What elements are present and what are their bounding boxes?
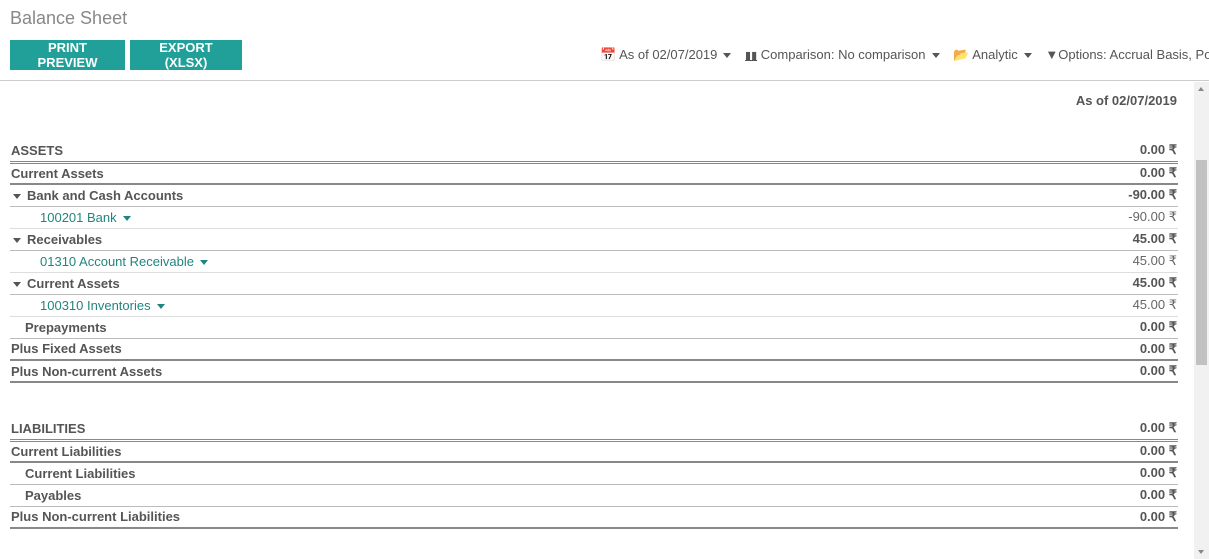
table-row[interactable]: 100201 Bank -90.00 ₹ — [10, 206, 1178, 229]
line-name: Current Assets — [10, 162, 941, 185]
column-header: As of 02/07/2019 — [1075, 93, 1177, 108]
table-row: Plus Non-current Assets 0.00 ₹ — [10, 360, 1178, 383]
line-name: Payables — [10, 484, 961, 507]
table-row[interactable]: Current Assets 45.00 ₹ — [10, 272, 1178, 295]
line-name: ASSETS — [10, 140, 941, 164]
line-amount: 45.00 ₹ — [940, 294, 1178, 317]
filter-icon: ▼ — [1045, 47, 1059, 62]
caret-down-icon[interactable] — [122, 215, 131, 221]
page-title: Balance Sheet — [10, 8, 128, 28]
caret-down-icon[interactable] — [13, 193, 21, 199]
line-name: Current Liabilities — [10, 440, 961, 463]
line-amount: 0.00 ₹ — [940, 316, 1178, 339]
bar-chart-icon: ▮▮ — [745, 50, 758, 62]
assets-table: ASSETS 0.00 ₹ Current Assets 0.00 ₹ Bank a… — [10, 140, 1178, 383]
line-amount: 0.00 ₹ — [960, 484, 1178, 507]
line-name: LIABILITIES — [10, 418, 961, 442]
account-link[interactable]: 01310 Account Receivable — [40, 254, 194, 269]
line-name: Plus Fixed Assets — [10, 338, 941, 361]
caret-down-icon[interactable] — [13, 237, 21, 243]
scroll-down-icon[interactable] — [1198, 550, 1204, 554]
line-name[interactable]: Bank and Cash Accounts — [27, 188, 183, 203]
line-amount: 0.00 ₹ — [940, 140, 1178, 164]
table-row: Payables 0.00 ₹ — [10, 484, 1178, 507]
line-name[interactable]: Current Assets — [27, 276, 120, 291]
table-row: LIABILITIES 0.00 ₹ — [10, 418, 1178, 442]
line-name: Plus Non-current Assets — [10, 360, 941, 383]
table-row: Plus Non-current Liabilities 0.00 ₹ — [10, 506, 1178, 529]
table-row[interactable]: Bank and Cash Accounts -90.00 ₹ — [10, 184, 1178, 207]
table-row: Current Assets 0.00 ₹ — [10, 162, 1178, 185]
table-row[interactable]: Receivables 45.00 ₹ — [10, 228, 1178, 251]
vertical-scrollbar[interactable] — [1194, 82, 1209, 559]
export-xlsx-button[interactable]: EXPORT (XLSX) — [130, 40, 242, 70]
line-amount: -90.00 ₹ — [940, 206, 1178, 229]
liabilities-table: LIABILITIES 0.00 ₹ Current Liabilities 0.0… — [10, 418, 1178, 529]
print-preview-button[interactable]: PRINT PREVIEW — [10, 40, 125, 70]
comparison-filter[interactable]: ▮▮ Comparison: No comparison — [745, 47, 940, 62]
table-row: Plus Fixed Assets 0.00 ₹ — [10, 338, 1178, 361]
analytic-filter[interactable]: 📂 Analytic — [953, 47, 1032, 62]
line-amount: 0.00 ₹ — [940, 360, 1178, 383]
table-row[interactable]: 100310 Inventories 45.00 ₹ — [10, 294, 1178, 317]
account-link[interactable]: 100310 Inventories — [40, 298, 151, 313]
table-row: ASSETS 0.00 ₹ — [10, 140, 1178, 164]
line-amount: 45.00 ₹ — [940, 250, 1178, 273]
line-amount: 0.00 ₹ — [960, 462, 1178, 485]
line-amount: 0.00 ₹ — [940, 338, 1178, 361]
line-amount: 45.00 ₹ — [940, 228, 1178, 251]
scrollbar-thumb[interactable] — [1196, 160, 1207, 365]
line-amount: 45.00 ₹ — [940, 272, 1178, 295]
scroll-up-icon[interactable] — [1198, 87, 1204, 91]
report-content: As of 02/07/2019 ASSETS 0.00 ₹ Current As… — [0, 82, 1194, 559]
control-panel: Balance Sheet PRINT PREVIEW EXPORT (XLSX… — [0, 0, 1209, 81]
line-amount: -90.00 ₹ — [940, 184, 1178, 207]
caret-down-icon[interactable] — [199, 259, 208, 265]
table-row: Current Liabilities 0.00 ₹ — [10, 462, 1178, 485]
chevron-down-icon — [931, 53, 940, 59]
line-name: Plus Non-current Liabilities — [10, 506, 961, 529]
table-row[interactable]: 01310 Account Receivable 45.00 ₹ — [10, 250, 1178, 273]
options-filter[interactable]: ▼Options: Accrual Basis, Pos — [1045, 47, 1209, 62]
line-amount: 0.00 ₹ — [960, 440, 1178, 463]
table-row: Prepayments 0.00 ₹ — [10, 316, 1178, 339]
chevron-down-icon — [1023, 53, 1032, 59]
line-name: Current Liabilities — [10, 462, 961, 485]
calendar-icon: 📅 — [600, 47, 617, 62]
line-amount: 0.00 ₹ — [960, 506, 1178, 529]
line-amount: 0.00 ₹ — [960, 418, 1178, 442]
date-filter[interactable]: 📅 As of 02/07/2019 — [600, 47, 732, 62]
caret-down-icon[interactable] — [13, 281, 21, 287]
filter-bar: 📅 As of 02/07/2019 ▮▮ Comparison: No com… — [600, 47, 1209, 63]
line-name[interactable]: Receivables — [27, 232, 102, 247]
folder-open-icon: 📂 — [953, 47, 970, 62]
account-link[interactable]: 100201 Bank — [40, 210, 117, 225]
line-amount: 0.00 ₹ — [940, 162, 1178, 185]
chevron-down-icon — [723, 53, 732, 59]
table-row: Current Liabilities 0.00 ₹ — [10, 440, 1178, 463]
line-name: Prepayments — [10, 316, 941, 339]
caret-down-icon[interactable] — [156, 303, 165, 309]
